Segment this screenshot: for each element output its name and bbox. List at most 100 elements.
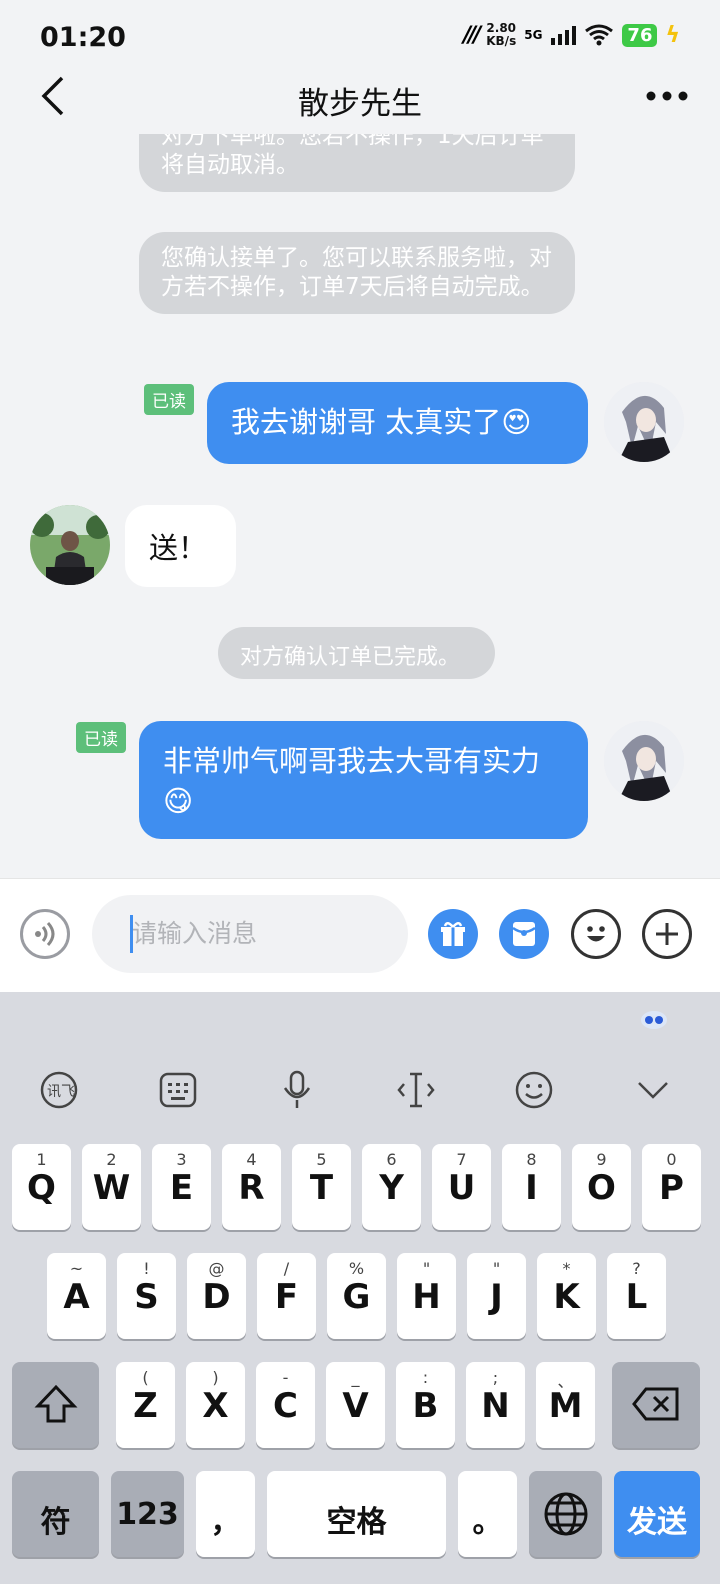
key-y[interactable]: 6Y (362, 1144, 421, 1230)
key-j[interactable]: " J (467, 1253, 526, 1339)
key-o[interactable]: 9O (572, 1144, 631, 1230)
key-label: T (309, 1168, 334, 1208)
collapse-keyboard-icon[interactable] (633, 1070, 673, 1110)
period-key[interactable]: 。 (458, 1471, 517, 1557)
key-a[interactable]: ~ A (47, 1253, 106, 1339)
key-secondary-label: 0 (666, 1150, 677, 1169)
incoming-message[interactable]: 送！ (125, 505, 236, 587)
key-secondary-label: 2 (106, 1150, 117, 1169)
key-secondary-label: 9 (596, 1150, 607, 1169)
assistant-icon[interactable] (640, 1010, 668, 1034)
key-secondary-label: / (283, 1259, 290, 1278)
key-label: H (412, 1277, 441, 1317)
key-z[interactable]: (Z (116, 1362, 175, 1448)
key-secondary-label: 8 (526, 1150, 537, 1169)
outgoing-message[interactable]: 非常帅气啊哥我去大哥有实力😋 (139, 721, 588, 839)
key-secondary-label: 7 (456, 1150, 467, 1169)
status-icons: /// 2.80 KB/s 5G 76 ϟ (463, 22, 680, 48)
voice-icon[interactable] (20, 909, 70, 959)
chat-header: 散步先生 (0, 70, 720, 134)
key-k[interactable]: * K (537, 1253, 596, 1339)
key-n[interactable]: ; N (466, 1362, 525, 1448)
shift-key[interactable] (12, 1362, 99, 1448)
key-i[interactable]: 8I (502, 1144, 561, 1230)
ime-logo-icon[interactable]: 讯飞 (39, 1070, 79, 1110)
cursor-move-icon[interactable] (396, 1070, 436, 1110)
backspace-key[interactable] (612, 1362, 700, 1448)
key-label: E (169, 1168, 194, 1208)
key-label: A (63, 1277, 90, 1317)
key-s[interactable]: ! S (117, 1253, 176, 1339)
red-packet-icon[interactable] (499, 909, 549, 959)
keyboard-layout-icon[interactable] (158, 1070, 198, 1110)
my-avatar[interactable] (604, 721, 684, 801)
microphone-icon[interactable] (277, 1070, 317, 1110)
add-icon[interactable] (642, 909, 692, 959)
send-key[interactable]: 发送 (614, 1471, 700, 1557)
key-label: C (273, 1386, 298, 1426)
soft-keyboard: 讯飞 1Q2W3E4R5T6Y7U8I9O0P ~ A! S @ D / F% G " H " J * K… (0, 992, 720, 1584)
battery-indicator: 76 (622, 23, 658, 47)
more-icon[interactable] (646, 74, 688, 127)
key-m[interactable]: 、 M (536, 1362, 595, 1448)
key-label: R (238, 1168, 265, 1208)
key-x[interactable]: ) X (186, 1362, 245, 1448)
key-secondary-label: " (492, 1259, 501, 1278)
my-avatar[interactable] (604, 382, 684, 462)
key-secondary-label: * (562, 1259, 571, 1278)
system-message: 对方下单啦。您若不操作，1天后订单将自动取消。 (139, 134, 575, 192)
key-secondary-label: % (348, 1259, 365, 1278)
key-f[interactable]: / F (257, 1253, 316, 1339)
message-input[interactable]: 请输入消息 (92, 895, 408, 973)
key-label: G (342, 1277, 371, 1317)
key-label: Y (379, 1168, 404, 1208)
key-secondary-label: 5 (316, 1150, 327, 1169)
key-h[interactable]: " H (397, 1253, 456, 1339)
contact-avatar[interactable] (30, 505, 110, 585)
key-label: N (481, 1386, 510, 1426)
comma-key[interactable]: ， (196, 1471, 255, 1557)
signal-brand-icon: /// (463, 22, 481, 48)
key-label: F (274, 1277, 299, 1317)
space-key[interactable]: 空格 (267, 1471, 446, 1557)
key-c[interactable]: -C (256, 1362, 315, 1448)
outgoing-message[interactable]: 我去谢谢哥 太真实了😍 (207, 382, 588, 464)
key-t[interactable]: 5T (292, 1144, 351, 1230)
cell-signal-icon (551, 26, 577, 45)
key-e[interactable]: 3E (152, 1144, 211, 1230)
key-label: Q (27, 1168, 56, 1208)
svg-text:讯飞: 讯飞 (47, 1084, 75, 1100)
status-bar: 01:20 /// 2.80 KB/s 5G 76 ϟ (0, 0, 720, 70)
key-secondary-label: 4 (246, 1150, 257, 1169)
gift-icon[interactable] (428, 909, 478, 959)
key-d[interactable]: @ D (187, 1253, 246, 1339)
key-w[interactable]: 2W (82, 1144, 141, 1230)
symbols-key[interactable]: 符 (12, 1471, 99, 1557)
key-q[interactable]: 1Q (12, 1144, 71, 1230)
key-p[interactable]: 0P (642, 1144, 701, 1230)
emoji-keyboard-icon[interactable] (514, 1070, 554, 1110)
key-r[interactable]: 4R (222, 1144, 281, 1230)
status-time: 01:20 (40, 22, 126, 53)
key-b[interactable]: :B (396, 1362, 455, 1448)
emoji-icon[interactable] (571, 909, 621, 959)
numbers-key[interactable]: 123 (111, 1471, 184, 1557)
chat-area[interactable]: 对方下单啦。您若不操作，1天后订单将自动取消。 您确认接单了。您可以联系服务啦，… (0, 134, 720, 878)
key-label: S (134, 1277, 159, 1317)
key-g[interactable]: % G (327, 1253, 386, 1339)
key-secondary-label: " (422, 1259, 431, 1278)
system-message: 您确认接单了。您可以联系服务啦，对方若不操作，订单7天后将自动完成。 (139, 232, 575, 314)
language-key[interactable] (529, 1471, 602, 1557)
key-secondary-label: ~ (69, 1259, 84, 1278)
wifi-icon (585, 24, 614, 46)
key-v[interactable]: _ V (326, 1362, 385, 1448)
key-u[interactable]: 7U (432, 1144, 491, 1230)
key-secondary-label: ! (143, 1259, 150, 1278)
message-input-bar: 请输入消息 (0, 878, 720, 993)
key-label: Z (133, 1386, 158, 1426)
key-secondary-label: ) (212, 1368, 219, 1387)
key-label: V (342, 1386, 369, 1426)
key-l[interactable]: ? L (607, 1253, 666, 1339)
key-label: U (447, 1168, 476, 1208)
key-label: X (202, 1386, 229, 1426)
